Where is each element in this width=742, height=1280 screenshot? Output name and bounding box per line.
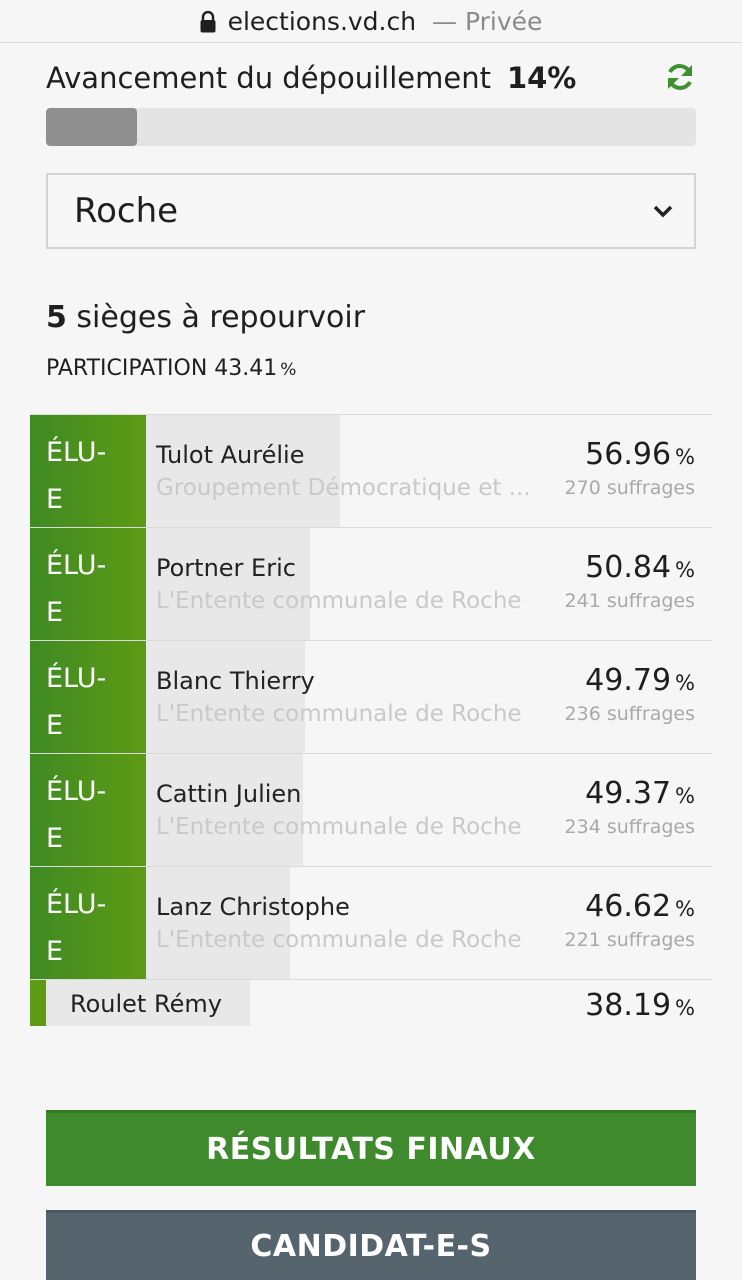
final-results-button[interactable]: RÉSULTATS FINAUX [46,1110,696,1186]
candidate-percent-value: 38.19 [585,988,672,1023]
elected-badge-line2: E [46,823,64,854]
count-progress-header: Avancement du dépouillement 14% [46,56,696,100]
vote-share-bar [146,415,340,527]
elected-badge-line2: E [46,484,64,515]
candidate-votes: 234 suffrages [564,816,695,838]
browser-domain: elections.vd.ch [227,6,417,36]
vote-share-bar [146,867,291,979]
results-list: ÉLU- E Tulot Aurélie Groupement Démocrat… [30,414,712,1026]
candidate-percent-value: 49.37 [585,776,672,811]
vote-share-bar [146,754,304,866]
commune-select[interactable]: Roche [46,173,696,249]
candidate-percent-value: 46.62 [585,889,672,924]
vote-share-bar [146,641,306,753]
candidate-percent: 49.79% [585,663,695,698]
elected-badge-line1: ÉLU- [46,550,107,581]
candidate-percent-value: 50.84 [585,550,672,585]
candidate-percent-value: 49.79 [585,663,672,698]
progress-label: Avancement du dépouillement [46,61,491,95]
progress-bar [46,108,696,146]
candidate-party: L'Entente communale de Roche [156,814,522,840]
candidate-percent-unit: % [675,671,695,695]
elected-badge: ÉLU- E [30,754,146,867]
candidate-percent-unit: % [675,897,695,921]
candidate-percent: 46.62% [585,889,695,924]
candidate-row[interactable]: ÉLU- E Cattin Julien L'Entente communale… [30,753,712,867]
lock-icon [200,11,216,33]
candidate-percent-unit: % [675,445,695,469]
candidate-row[interactable]: ÉLU- E Tulot Aurélie Groupement Démocrat… [30,414,712,528]
candidate-name: Tulot Aurélie [156,441,305,469]
elected-badge-line1: ÉLU- [46,437,107,468]
candidate-party: Groupement Démocratique et ... [156,475,531,501]
candidates-button[interactable]: CANDIDAT-E-S [46,1210,696,1280]
candidate-name: Blanc Thierry [156,667,315,695]
chevron-down-icon [653,205,673,218]
candidate-row[interactable]: Roulet Rémy 38.19% [30,979,712,1026]
candidate-votes: 221 suffrages [564,929,695,951]
candidate-row[interactable]: ÉLU- E Lanz Christophe L'Entente communa… [30,866,712,980]
candidate-percent: 38.19% [585,988,695,1023]
elected-badge: ÉLU- E [30,867,146,980]
seats-text: sièges à repourvoir [76,300,366,335]
vote-share-bar [146,528,311,640]
elected-badge-line1: ÉLU- [46,889,107,920]
browser-separator: — [432,6,458,36]
candidate-name: Lanz Christophe [156,893,350,921]
candidate-percent: 50.84% [585,550,695,585]
candidate-votes: 241 suffrages [564,590,695,612]
participation-unit: % [280,360,297,380]
candidate-percent-unit: % [675,996,695,1020]
commune-select-value: Roche [74,191,179,231]
progress-bar-fill [46,108,137,146]
seats-number: 5 [46,300,67,335]
elected-badge-line1: ÉLU- [46,663,107,694]
candidate-percent-unit: % [675,784,695,808]
candidate-name: Cattin Julien [156,780,302,808]
row-accent-stripe [30,980,46,1026]
browser-address-bar[interactable]: elections.vd.ch — Privée [0,0,742,43]
elected-badge: ÉLU- E [30,528,146,641]
candidate-votes: 270 suffrages [564,477,695,499]
browser-private-label: Privée [465,6,543,36]
candidate-party: L'Entente communale de Roche [156,927,522,953]
candidate-row[interactable]: ÉLU- E Blanc Thierry L'Entente communale… [30,640,712,754]
candidate-votes: 236 suffrages [564,703,695,725]
elected-badge-line2: E [46,710,64,741]
seats-to-fill: 5 sièges à repourvoir [46,300,365,335]
candidate-party: L'Entente communale de Roche [156,701,522,727]
participation-label: PARTICIPATION 43.41 [46,356,278,381]
elected-badge: ÉLU- E [30,641,146,754]
candidate-row[interactable]: ÉLU- E Portner Eric L'Entente communale … [30,527,712,641]
candidate-percent-value: 56.96 [585,437,672,472]
refresh-icon[interactable] [664,61,696,93]
elected-badge: ÉLU- E [30,415,146,528]
elected-badge-line2: E [46,597,64,628]
participation: PARTICIPATION 43.41% [46,356,296,381]
candidate-name: Portner Eric [156,554,296,582]
elected-badge-line2: E [46,936,64,967]
candidate-name: Roulet Rémy [70,990,222,1018]
progress-percent: 14% [506,61,577,95]
candidate-percent: 56.96% [585,437,695,472]
candidate-percent: 49.37% [585,776,695,811]
elected-badge-line1: ÉLU- [46,776,107,807]
candidate-percent-unit: % [675,558,695,582]
candidate-party: L'Entente communale de Roche [156,588,522,614]
